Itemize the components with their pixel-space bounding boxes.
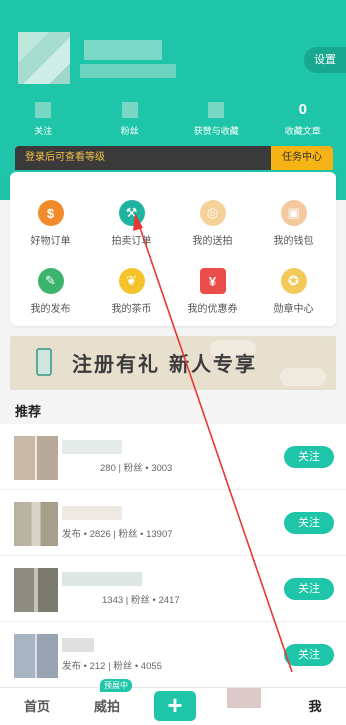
grid-item-label: 勋章中心	[273, 304, 314, 315]
stat-following[interactable]: 关注	[0, 100, 87, 137]
user-meta: 280 | 粉丝 • 3003	[100, 463, 173, 474]
profile-header: 设置 关注 粉丝 获赞与收藏 0 收藏文章	[0, 0, 346, 200]
grid-item-label: 我的茶币	[111, 304, 152, 315]
grid-item-label: 拍卖订单	[111, 236, 152, 247]
grid-item-label: 我的送拍	[192, 236, 233, 247]
grid-item-label: 我的优惠券	[187, 304, 238, 315]
stat-value-blurred	[121, 102, 138, 118]
coupon-icon: ¥	[199, 268, 226, 294]
tab-blurred[interactable]	[227, 688, 261, 708]
stat-saved-articles[interactable]: 0 收藏文章	[260, 100, 346, 137]
banner-text: 注册有礼 新人专享	[72, 352, 257, 376]
follow-button[interactable]: 关注	[284, 512, 334, 534]
dollar-icon: $	[37, 200, 64, 226]
level-login-hint: 登录后可查看等级	[25, 152, 105, 163]
task-center-button[interactable]: 任务中心	[271, 146, 333, 170]
list-item[interactable]: 1343 | 粉丝 • 2417 关注	[0, 556, 346, 622]
follow-button[interactable]: 关注	[284, 446, 334, 468]
promo-banner[interactable]: 注册有礼 新人专享	[10, 336, 336, 390]
stat-label: 关注	[34, 126, 53, 136]
grid-item-my-send-auction[interactable]: ◎ 我的送拍	[172, 200, 253, 247]
follow-button[interactable]: 关注	[284, 578, 334, 600]
list-item[interactable]: 发布 • 2826 | 粉丝 • 13907 关注	[0, 490, 346, 556]
grid-item-my-posts[interactable]: ✎ 我的发布	[10, 268, 91, 315]
grid-item-my-wallet[interactable]: ▣ 我的钱包	[253, 200, 334, 247]
user-meta: 发布 • 212 | 粉丝 • 4055	[62, 661, 162, 672]
avatar[interactable]	[18, 32, 70, 84]
stat-fans[interactable]: 粉丝	[87, 100, 174, 137]
grid-item-auction-orders[interactable]: ⚒ 拍卖订单	[91, 200, 172, 247]
banner-cloud-decoration	[280, 368, 326, 386]
username-blurred	[62, 506, 122, 520]
user-subtitle-blurred	[80, 64, 176, 78]
user-meta: 1343 | 粉丝 • 2417	[102, 595, 180, 606]
list-item[interactable]: 280 | 粉丝 • 3003 关注	[0, 424, 346, 490]
leaf-coin-icon: ❦	[118, 268, 145, 294]
tab-home[interactable]: 首页	[12, 688, 62, 725]
level-bar[interactable]: 登录后可查看等级 任务中心	[15, 146, 333, 170]
settings-button[interactable]: 设置	[304, 47, 346, 73]
grid-item-tea-coins[interactable]: ❦ 我的茶币	[91, 268, 172, 315]
user-avatar	[14, 436, 58, 480]
user-avatar	[14, 568, 58, 612]
grid-item-label: 我的钱包	[273, 236, 314, 247]
stat-label: 获赞与收藏	[193, 126, 239, 136]
tab-me[interactable]: 我	[290, 688, 340, 725]
user-meta: 发布 • 2826 | 粉丝 • 13907	[62, 529, 173, 540]
username-blurred	[62, 638, 94, 652]
stat-label: 粉丝	[120, 126, 139, 136]
user-avatar	[14, 502, 58, 546]
user-avatar	[14, 634, 58, 678]
wallet-icon: ▣	[280, 200, 307, 226]
username-blurred	[62, 440, 122, 454]
send-auction-icon: ◎	[199, 200, 226, 226]
function-grid: $ 好物订单 ⚒ 拍卖订单 ◎ 我的送拍 ▣ 我的钱包 ✎ 我的发布 ❦ 我的茶…	[10, 172, 336, 326]
stat-value-blurred	[35, 102, 52, 118]
tab-auction[interactable]: 威拍	[82, 688, 132, 725]
stat-label: 收藏文章	[284, 126, 321, 136]
recommend-title: 推荐	[15, 404, 42, 419]
grid-item-label: 我的发布	[30, 304, 71, 315]
list-item[interactable]: 发布 • 212 | 粉丝 • 4055 关注	[0, 622, 346, 688]
username-blurred	[62, 572, 142, 586]
stat-value-blurred	[208, 102, 225, 118]
stat-likes[interactable]: 获赞与收藏	[173, 100, 260, 137]
grid-item-label: 好物订单	[30, 236, 71, 247]
gavel-icon: ⚒	[118, 200, 145, 226]
username-blurred	[84, 40, 162, 60]
publish-plus-button[interactable]: +	[154, 691, 196, 721]
phone-icon	[36, 348, 52, 376]
grid-item-medal-center[interactable]: ✪ 勋章中心	[253, 268, 334, 315]
medal-icon: ✪	[280, 268, 307, 294]
stat-value: 0	[298, 101, 307, 118]
pen-icon: ✎	[37, 268, 64, 294]
auction-preview-badge: 预展中	[100, 679, 132, 692]
grid-item-coupons[interactable]: ¥ 我的优惠券	[172, 268, 253, 315]
grid-item-goods-orders[interactable]: $ 好物订单	[10, 200, 91, 247]
stats-row: 关注 粉丝 获赞与收藏 0 收藏文章	[0, 100, 346, 137]
follow-button[interactable]: 关注	[284, 644, 334, 666]
